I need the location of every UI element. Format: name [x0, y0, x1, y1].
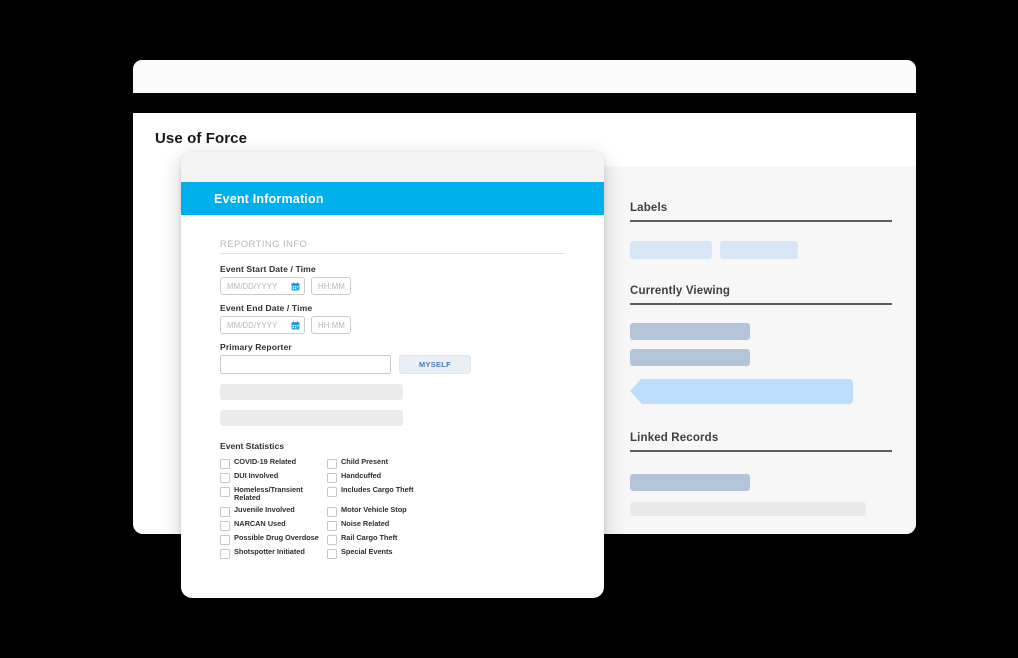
field-group-primary-reporter: Primary Reporter MYSELF — [220, 342, 571, 374]
field-group-event-end: Event End Date / Time MM/DD/YYYY HH:MM — [220, 303, 571, 334]
currently-viewing-item-placeholder[interactable] — [630, 349, 750, 366]
checkbox-icon[interactable] — [327, 472, 337, 483]
checkbox-icon[interactable] — [327, 520, 337, 531]
event-statistics-checkbox-grid: COVID-19 Related Child Present DUI Invol… — [220, 456, 571, 560]
browser-chrome-bar — [133, 60, 916, 93]
event-end-date-placeholder: MM/DD/YYYY — [227, 320, 278, 330]
checkbox-icon[interactable] — [327, 548, 337, 559]
checkbox-item[interactable]: Handcuffed — [327, 470, 437, 484]
checkbox-item[interactable]: Juvenile Involved — [220, 504, 327, 518]
placeholder-field-2[interactable] — [220, 410, 403, 426]
modal-title: Event Information — [214, 191, 324, 206]
checkbox-icon[interactable] — [220, 520, 230, 531]
primary-reporter-input[interactable] — [220, 355, 391, 374]
checkbox-label: Noise Related — [341, 518, 390, 528]
panel-divider — [630, 303, 892, 305]
checkbox-item[interactable]: DUI Involved — [220, 470, 327, 484]
label-chip-placeholder[interactable] — [720, 241, 798, 259]
checkbox-item[interactable]: Special Events — [327, 546, 437, 560]
panel-divider — [630, 450, 892, 452]
currently-viewing-list — [630, 323, 892, 404]
calendar-icon[interactable] — [291, 320, 300, 330]
checkbox-label: Homeless/Transient Related — [234, 484, 303, 503]
checkbox-item[interactable]: Homeless/Transient Related — [220, 484, 327, 504]
section-label-reporting-info: REPORTING INFO — [220, 239, 308, 250]
checkbox-label: Includes Cargo Theft — [341, 484, 414, 494]
checkbox-label: Motor Vehicle Stop — [341, 504, 407, 514]
checkbox-icon[interactable] — [220, 548, 230, 559]
checkbox-item[interactable]: Includes Cargo Theft — [327, 484, 437, 504]
event-end-time-placeholder: HH:MM — [318, 320, 345, 330]
panel-heading-labels: Labels — [630, 202, 668, 214]
checkbox-label: Rail Cargo Theft — [341, 532, 398, 542]
panel-section-labels: Labels — [630, 202, 892, 259]
event-start-row: MM/DD/YYYY HH:MM — [220, 277, 571, 295]
checkbox-label: Special Events — [341, 546, 393, 556]
event-information-modal: Event Information REPORTING INFO Event S… — [181, 152, 604, 598]
panel-divider — [630, 220, 892, 222]
checkbox-label: DUI Involved — [234, 470, 279, 480]
myself-button[interactable]: MYSELF — [399, 355, 471, 374]
checkbox-label: Child Present — [341, 456, 388, 466]
modal-top-strip — [181, 152, 604, 182]
label-primary-reporter: Primary Reporter — [220, 342, 292, 352]
checkbox-icon[interactable] — [220, 458, 230, 469]
checkbox-icon[interactable] — [220, 534, 230, 545]
checkbox-label: Juvenile Involved — [234, 504, 295, 514]
event-end-time-input[interactable]: HH:MM — [311, 316, 351, 334]
field-group-event-start: Event Start Date / Time MM/DD/YYYY HH:MM — [220, 264, 571, 295]
panel-section-linked-records: Linked Records — [630, 432, 892, 516]
checkbox-item[interactable]: Rail Cargo Theft — [327, 532, 437, 546]
checkbox-item[interactable]: Possible Drug Overdose — [220, 532, 327, 546]
label-event-end: Event End Date / Time — [220, 303, 313, 313]
event-start-date-placeholder: MM/DD/YYYY — [227, 281, 278, 291]
label-event-statistics: Event Statistics — [220, 441, 284, 451]
section-divider — [220, 253, 565, 254]
event-start-time-input[interactable]: HH:MM — [311, 277, 351, 295]
checkbox-item[interactable]: Shotspotter Initiated — [220, 546, 327, 560]
panel-section-currently-viewing: Currently Viewing — [630, 285, 892, 404]
event-start-time-placeholder: HH:MM — [318, 281, 345, 291]
checkbox-icon[interactable] — [220, 486, 230, 497]
checkbox-icon[interactable] — [327, 458, 337, 469]
label-chip-placeholder[interactable] — [630, 241, 712, 259]
event-end-row: MM/DD/YYYY HH:MM — [220, 316, 571, 334]
checkbox-icon[interactable] — [327, 534, 337, 545]
checkbox-item[interactable]: COVID-19 Related — [220, 456, 327, 470]
side-panel: Labels Currently Viewing Linked Records — [598, 166, 916, 534]
event-start-date-input[interactable]: MM/DD/YYYY — [220, 277, 305, 295]
panel-heading-currently-viewing: Currently Viewing — [630, 285, 731, 297]
checkbox-label: Handcuffed — [341, 470, 382, 480]
linked-record-row-placeholder — [630, 502, 866, 516]
placeholder-field-1[interactable] — [220, 384, 403, 400]
linked-records-list — [630, 474, 892, 516]
modal-header: Event Information — [181, 182, 604, 215]
checkbox-item[interactable]: NARCAN Used — [220, 518, 327, 532]
checkbox-icon[interactable] — [327, 506, 337, 517]
checkbox-item[interactable]: Motor Vehicle Stop — [327, 504, 437, 518]
linked-record-item-placeholder[interactable] — [630, 474, 750, 491]
currently-viewing-item-placeholder[interactable] — [630, 323, 750, 340]
currently-viewing-active-item[interactable] — [630, 379, 853, 404]
checkbox-icon[interactable] — [220, 506, 230, 517]
checkbox-item[interactable]: Child Present — [327, 456, 437, 470]
labels-chip-group — [630, 241, 892, 259]
checkbox-icon[interactable] — [327, 486, 337, 497]
checkbox-item[interactable]: Noise Related — [327, 518, 437, 532]
page-title: Use of Force — [155, 130, 248, 147]
panel-heading-linked-records: Linked Records — [630, 432, 719, 444]
calendar-icon[interactable] — [291, 281, 300, 291]
modal-body: REPORTING INFO Event Start Date / Time M… — [181, 215, 604, 560]
checkbox-label: NARCAN Used — [234, 518, 286, 528]
primary-reporter-row: MYSELF — [220, 355, 571, 374]
label-event-start: Event Start Date / Time — [220, 264, 316, 274]
event-end-date-input[interactable]: MM/DD/YYYY — [220, 316, 305, 334]
checkbox-label: Possible Drug Overdose — [234, 532, 319, 542]
checkbox-label: Shotspotter Initiated — [234, 546, 305, 556]
checkbox-icon[interactable] — [220, 472, 230, 483]
checkbox-label: COVID-19 Related — [234, 456, 297, 466]
